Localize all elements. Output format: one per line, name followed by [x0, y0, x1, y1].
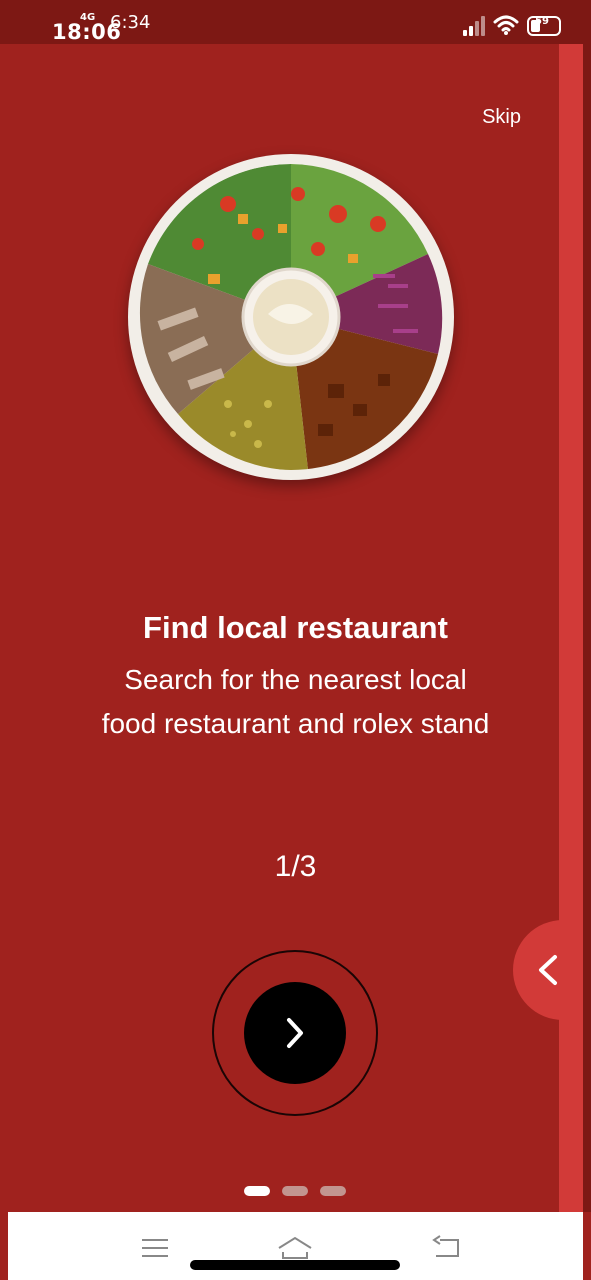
food-illustration [139, 164, 443, 470]
next-button[interactable] [244, 982, 346, 1084]
page-dot-2[interactable] [282, 1186, 308, 1196]
page-indicator [244, 1186, 346, 1196]
status-icons: 59 [463, 14, 561, 36]
onboarding-subtitle-line-1: Search for the nearest local [124, 664, 467, 695]
signal-icon [463, 14, 485, 36]
skip-button[interactable]: Skip [482, 106, 521, 129]
chevron-right-icon [287, 1018, 303, 1048]
onboarding-title: Find local restaurant [143, 610, 448, 645]
home-icon[interactable] [275, 1234, 315, 1262]
status-bar: 4G 18:06 6:34 59 [0, 0, 591, 44]
home-indicator[interactable] [190, 1260, 400, 1270]
status-secondary-time: 6:34 [110, 12, 151, 33]
battery-icon: 59 [527, 16, 561, 36]
battery-level: 59 [535, 16, 549, 27]
plate-food [138, 164, 444, 470]
wifi-icon [493, 15, 519, 35]
onboarding-subtitle-line-2: food restaurant and rolex stand [101, 708, 490, 739]
back-icon[interactable] [428, 1234, 468, 1262]
food-plate-image [128, 154, 454, 480]
onboarding-screen: 4G 18:06 6:34 59 Skip Find local restaur… [0, 0, 591, 1280]
page-dot-1[interactable] [244, 1186, 270, 1196]
chevron-left-icon[interactable] [533, 953, 561, 987]
menu-icon[interactable] [138, 1234, 178, 1262]
onboarding-subtitle: Search for the nearest local food restau… [40, 658, 551, 746]
page-dot-3[interactable] [320, 1186, 346, 1196]
page-counter: 1/3 [274, 850, 317, 883]
